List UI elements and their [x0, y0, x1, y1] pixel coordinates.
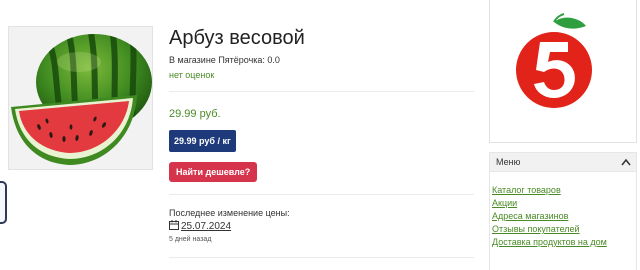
menu-header[interactable]: Меню	[489, 152, 637, 172]
find-cheaper-button[interactable]: Найти дешевле?	[169, 162, 258, 182]
menu-list: Каталог товаров Акции Адреса магазинов О…	[492, 180, 607, 247]
watermelon-image	[11, 34, 152, 165]
days-ago: 5 дней назад	[169, 236, 212, 243]
side-tab-handle[interactable]	[0, 181, 7, 224]
pyaterochka-logo-icon	[516, 13, 592, 108]
product-title: Арбуз весовой	[169, 27, 305, 49]
menu-item: Адреса магазинов	[492, 206, 607, 221]
divider	[169, 91, 474, 92]
product-price: 29.99 руб.	[169, 108, 221, 120]
menu-title: Меню	[496, 157, 521, 167]
divider	[169, 257, 474, 258]
unit-price-badge: 29.99 руб / кг	[169, 130, 236, 152]
menu-link-delivery[interactable]: Доставка продуктов на дом	[492, 237, 607, 247]
menu-item: Доставка продуктов на дом	[492, 232, 607, 247]
divider	[169, 194, 474, 195]
menu-item: Отзывы покупателей	[492, 219, 607, 234]
last-change-label: Последнее изменение цены:	[169, 208, 290, 218]
last-change-date: 25.07.2024	[181, 221, 232, 232]
calendar-icon	[169, 220, 179, 230]
store-logo-box[interactable]	[489, 0, 637, 143]
menu-item: Каталог товаров	[492, 180, 607, 195]
last-change-date-row: 25.07.2024	[169, 220, 231, 232]
chevron-up-icon[interactable]	[621, 158, 631, 166]
product-image	[8, 26, 153, 170]
store-rating: В магазине Пятёрочка: 0.0	[169, 55, 280, 65]
rating-status: нет оценок	[169, 70, 215, 80]
